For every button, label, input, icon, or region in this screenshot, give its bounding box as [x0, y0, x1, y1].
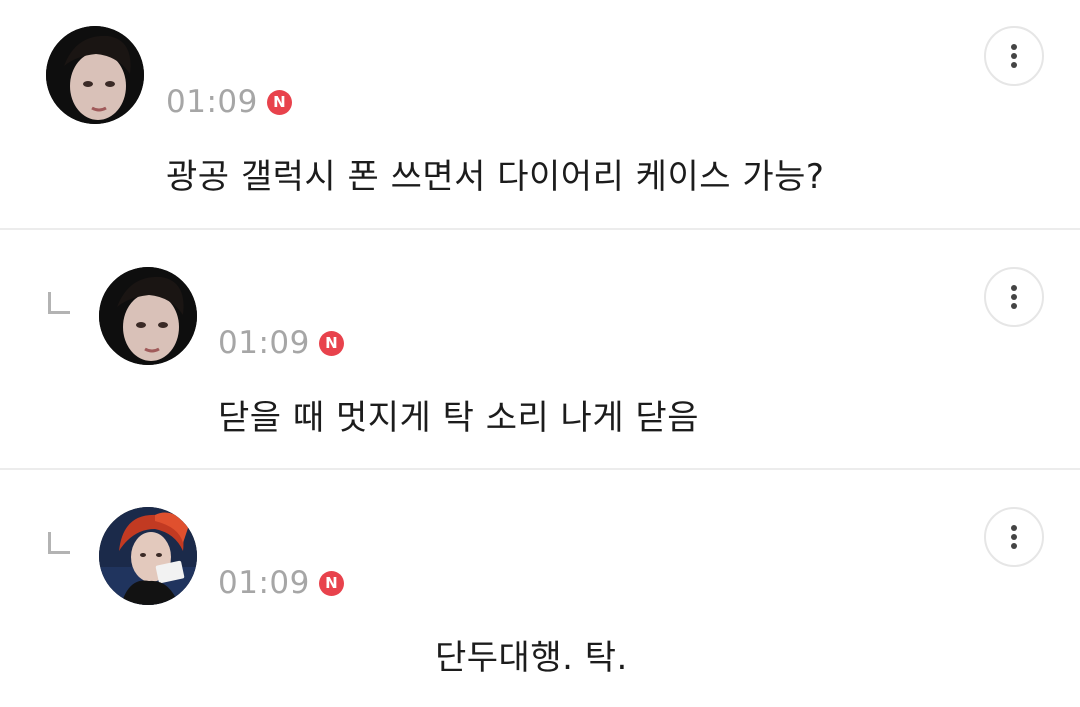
avatar[interactable]: [46, 26, 144, 124]
new-badge: N: [266, 89, 292, 115]
comment-text: 광공 갤럭시 폰 쓰면서 다이어리 케이스 가능?: [166, 157, 825, 197]
timestamp: 01:09: [218, 565, 310, 601]
comment-3: 01:09 N 단두대행. 탁.: [0, 470, 1080, 707]
comment-text: 닫을 때 멋지게 탁 소리 나게 닫음: [218, 398, 699, 438]
more-vertical-icon: [1011, 285, 1017, 309]
comment-meta: 01:09 N: [218, 323, 344, 363]
avatar[interactable]: [99, 507, 197, 605]
comment-meta: 01:09 N: [218, 563, 344, 603]
timestamp: 01:09: [166, 84, 258, 120]
profile-photo-dark-icon: [99, 267, 197, 365]
comment-2: 01:09 N 닫을 때 멋지게 탁 소리 나게 닫음: [0, 230, 1080, 468]
new-badge: N: [318, 330, 344, 356]
profile-photo-dark-icon: [46, 26, 144, 124]
profile-photo-red-hair-icon: [99, 507, 197, 605]
more-vertical-icon: [1011, 44, 1017, 68]
reply-arrow-icon: [48, 532, 70, 554]
avatar[interactable]: [99, 267, 197, 365]
more-options-button[interactable]: [984, 507, 1044, 567]
new-badge: N: [318, 570, 344, 596]
comment-text: 단두대행. 탁.: [435, 638, 628, 678]
comment-meta: 01:09 N: [166, 82, 292, 122]
timestamp: 01:09: [218, 325, 310, 361]
reply-arrow-icon: [48, 292, 70, 314]
comment-1: 01:09 N 광공 갤럭시 폰 쓰면서 다이어리 케이스 가능?: [0, 0, 1080, 228]
more-vertical-icon: [1011, 525, 1017, 549]
more-options-button[interactable]: [984, 267, 1044, 327]
more-options-button[interactable]: [984, 26, 1044, 86]
